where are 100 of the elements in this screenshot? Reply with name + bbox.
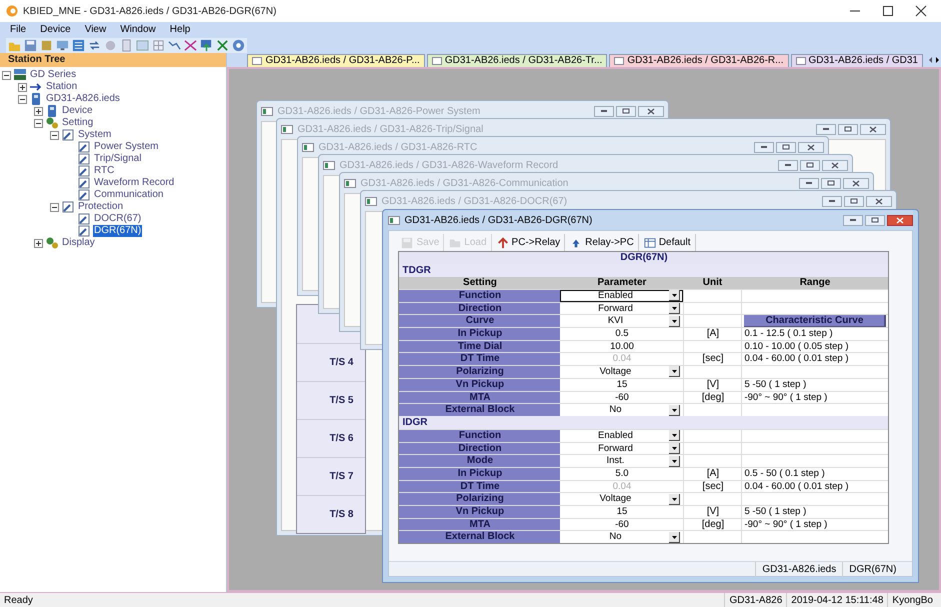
dropdown-caret-icon[interactable] — [669, 494, 680, 505]
maximize-button[interactable] — [844, 196, 864, 206]
minimize-button[interactable] — [816, 124, 836, 134]
document-tab[interactable]: GD31-AB26.ieds / GD31-AB26-P... — [247, 54, 425, 67]
dropdown-caret-icon[interactable] — [669, 303, 680, 314]
ts-label: T/S 5 — [330, 394, 354, 408]
collapse-icon[interactable] — [34, 118, 43, 128]
tree-item[interactable]: DGR(67N) — [93, 225, 142, 237]
close-button[interactable] — [887, 214, 914, 226]
menu-item[interactable]: Help — [170, 22, 190, 37]
tab-scroll-icon[interactable] — [927, 55, 941, 65]
minimize-button[interactable] — [778, 160, 798, 170]
window-icon — [614, 57, 624, 65]
expand-icon[interactable] — [18, 82, 27, 92]
tree-item[interactable]: Setting — [61, 117, 94, 129]
tree-item[interactable]: Waveform Record — [93, 177, 176, 189]
dropdown-field[interactable]: Voltage — [560, 493, 684, 505]
window-icon — [796, 57, 806, 65]
menu-item[interactable]: Device — [40, 22, 71, 37]
maximize-button[interactable] — [821, 178, 842, 188]
window-title: GD31-A826.ieds / GD31-A826-RTC — [318, 140, 478, 154]
tree-item[interactable]: Device — [61, 105, 94, 117]
close-button[interactable] — [822, 160, 848, 170]
menu-item[interactable]: Window — [120, 22, 156, 37]
dropdown-field[interactable]: Inst. — [560, 455, 684, 467]
menu-item[interactable]: View — [84, 22, 106, 37]
maximize-button[interactable] — [865, 214, 886, 226]
minimize-button[interactable] — [594, 106, 614, 116]
dropdown-caret-icon[interactable] — [669, 430, 680, 442]
unit-cell: [A] — [683, 328, 742, 340]
dropdown-field[interactable]: Forward — [560, 302, 684, 314]
dropdown-caret-icon[interactable] — [669, 366, 680, 378]
dropdown-field[interactable]: Voltage — [560, 366, 684, 378]
dropdown-field[interactable]: Enabled — [560, 290, 684, 302]
characteristic-curve-button[interactable]: Characteristic Curve — [744, 315, 886, 328]
collapse-icon[interactable] — [18, 94, 27, 104]
close-icon — [831, 162, 840, 168]
dropdown-field[interactable]: Enabled — [560, 430, 684, 442]
minimize-button[interactable] — [799, 178, 820, 188]
dropdown-caret-icon[interactable] — [669, 442, 680, 454]
close-button[interactable] — [798, 142, 824, 152]
tree-item[interactable]: Station — [45, 81, 78, 93]
collapse-icon[interactable] — [2, 70, 11, 80]
close-button[interactable] — [860, 124, 886, 134]
maximize-button[interactable] — [800, 160, 820, 170]
collapse-icon[interactable] — [50, 202, 59, 212]
dropdown-caret-icon[interactable] — [669, 316, 680, 327]
close-button[interactable] — [638, 106, 664, 116]
folder-icon — [449, 236, 462, 248]
close-button[interactable] — [866, 196, 892, 206]
dropdown-field[interactable]: No — [560, 531, 684, 544]
panel-header: Station Tree — [0, 53, 226, 67]
toolbar-button[interactable]: Default — [640, 234, 696, 251]
ts-label: T/S 8 — [330, 508, 354, 522]
value-field[interactable]: -60 — [560, 518, 684, 530]
tree-item[interactable]: GD Series — [29, 69, 78, 81]
expand-icon[interactable] — [34, 238, 43, 248]
tree-item[interactable]: Power System — [93, 141, 160, 153]
tree-item[interactable]: GD31-A826.ieds — [45, 93, 121, 105]
tree-item[interactable]: Communication — [93, 189, 164, 201]
setting-label: Vn Pickup — [399, 506, 560, 518]
close-icon — [896, 216, 904, 224]
document-tab[interactable]: GD31-AB26.ieds / GD31-AB26-Tr... — [426, 54, 608, 67]
collapse-icon[interactable] — [50, 130, 59, 140]
document-tab[interactable]: GD31-AB26.ieds / GD31-AB26-R... — [609, 54, 788, 67]
value-field[interactable]: 15 — [560, 506, 684, 518]
menu-item[interactable]: File — [10, 22, 26, 37]
expand-icon[interactable] — [34, 106, 43, 116]
dropdown-caret-icon[interactable] — [669, 290, 680, 302]
minimize-button[interactable] — [843, 214, 864, 226]
dropdown-field[interactable]: KVI — [560, 315, 684, 328]
maximize-button[interactable] — [776, 142, 796, 152]
dropdown-caret-icon[interactable] — [669, 532, 680, 543]
document-tab[interactable]: GD31-AB26.ieds / GD31 — [790, 54, 923, 67]
dropdown-field[interactable]: No — [560, 404, 684, 416]
tree-item[interactable]: Protection — [77, 201, 124, 213]
tree-item[interactable]: DOCR(67) — [93, 213, 142, 225]
maximize-button[interactable] — [616, 106, 636, 116]
value-field[interactable]: 5.0 — [560, 468, 684, 480]
tree-item[interactable]: System — [77, 129, 112, 141]
wrench-page-icon — [77, 212, 91, 226]
value-field[interactable]: -60 — [560, 392, 684, 404]
toolbar-button[interactable]: Relay->PC — [566, 234, 639, 251]
tree-item[interactable]: Trip/Signal — [93, 153, 142, 165]
window-icon — [302, 142, 314, 152]
close-button[interactable] — [843, 178, 870, 188]
value-field[interactable]: 15 — [560, 378, 684, 390]
dropdown-field[interactable]: Forward — [560, 442, 684, 454]
value-field[interactable]: 10.00 — [560, 340, 684, 352]
value-field[interactable]: 0.5 — [560, 328, 684, 340]
dropdown-caret-icon[interactable] — [669, 456, 680, 467]
window-title-bar[interactable]: GD31-AB26.ieds / GD31-AB26-DGR(67N) — [388, 210, 914, 230]
toolbar-button[interactable]: PC->Relay — [492, 234, 566, 251]
maximize-button[interactable] — [838, 124, 858, 134]
tree-item[interactable]: RTC — [93, 165, 116, 177]
minimize-button[interactable] — [754, 142, 774, 152]
minimize-button[interactable] — [822, 196, 842, 206]
tree-item[interactable]: Display — [61, 237, 96, 249]
arrow-icon — [496, 236, 509, 248]
dropdown-caret-icon[interactable] — [669, 404, 680, 416]
